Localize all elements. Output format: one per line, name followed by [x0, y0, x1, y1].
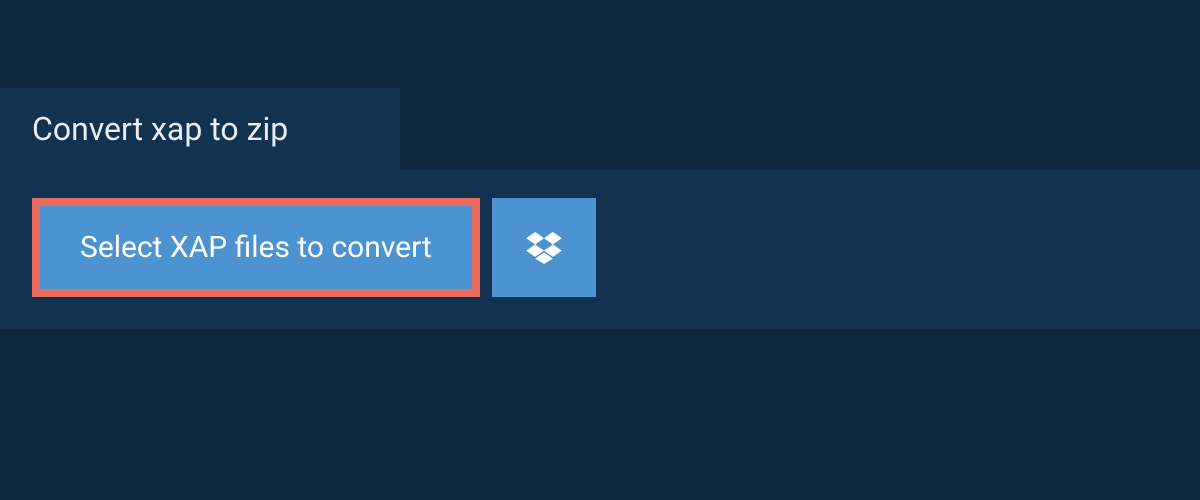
button-row: Select XAP files to convert: [32, 198, 1168, 297]
tab-region: Convert xap to zip Select XAP files to c…: [0, 0, 1200, 329]
select-files-label: Select XAP files to convert: [80, 230, 432, 265]
tab-convert[interactable]: Convert xap to zip: [0, 88, 400, 170]
dropbox-button[interactable]: [492, 198, 596, 297]
select-files-button[interactable]: Select XAP files to convert: [32, 198, 480, 297]
tab-label: Convert xap to zip: [32, 110, 288, 148]
dropbox-icon: [526, 230, 562, 266]
content-panel: Select XAP files to convert: [0, 170, 1200, 329]
